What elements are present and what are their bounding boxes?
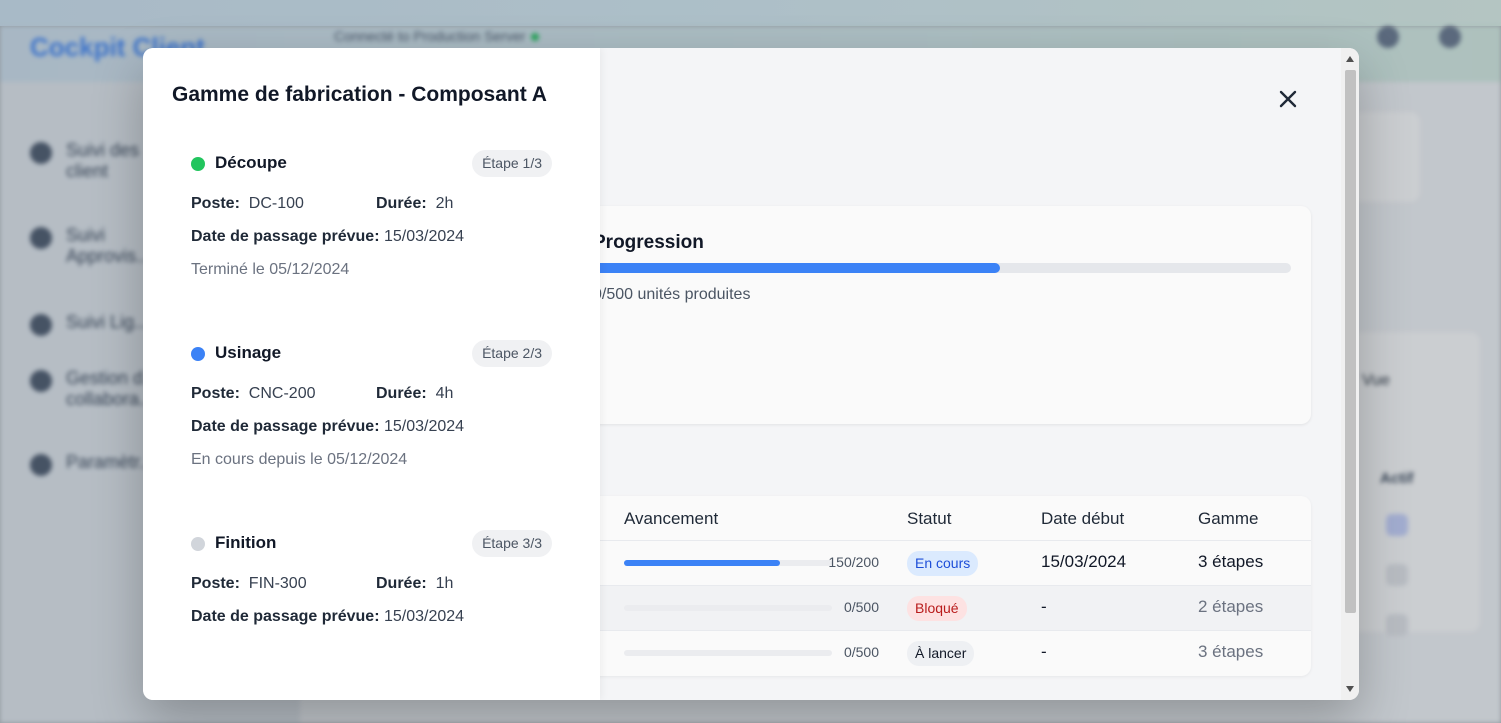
step-note: Terminé le 05/12/2024 <box>191 261 350 278</box>
table-row[interactable]: 0/500 À lancer - 3 étapes <box>573 630 1311 675</box>
column-header-avancement: Avancement <box>624 509 719 528</box>
column-header-statut: Statut <box>907 509 952 528</box>
status-dot-icon <box>191 157 205 171</box>
routing-step: Finition Étape 3/3 Poste: FIN-300 Durée:… <box>172 529 552 625</box>
ofs-table: Avancement Statut Date début Gamme 150/2… <box>573 496 1311 676</box>
step-poste: Poste: CNC-200 <box>191 385 315 403</box>
status-badge: Bloqué <box>907 596 967 621</box>
row-start-date: - <box>1041 642 1047 661</box>
step-date: Date de passage prévue: 15/03/2024 <box>191 228 464 246</box>
duree-value: 2h <box>435 195 454 212</box>
progress-bar-fill <box>593 263 1000 273</box>
row-progress-fill <box>624 560 780 566</box>
step-header: Finition Étape 3/3 <box>172 529 552 557</box>
poste-value: CNC-200 <box>248 385 316 402</box>
status-badge: À lancer <box>907 641 975 666</box>
routing-step: Usinage Étape 2/3 Poste: CNC-200 Durée: … <box>172 339 552 468</box>
duree-label: Durée: <box>376 385 427 402</box>
modal-scrollbar[interactable] <box>1341 48 1359 700</box>
row-progress-value: 0/500 <box>843 599 879 615</box>
step-name: Finition <box>215 533 277 552</box>
row-progress-bar <box>624 650 832 656</box>
step-duree: Durée: 4h <box>376 385 453 403</box>
table-header: Avancement Statut Date début Gamme <box>573 496 1311 540</box>
poste-label: Poste: <box>191 195 240 212</box>
column-header-gamme: Gamme <box>1198 509 1259 528</box>
step-note: En cours depuis le 05/12/2024 <box>191 451 408 468</box>
routing-panel: Gamme de fabrication - Composant A Décou… <box>143 48 600 700</box>
poste-value: DC-100 <box>248 195 304 212</box>
progress-title: Progression <box>593 232 704 253</box>
panel-title: Gamme de fabrication - Composant A <box>172 83 547 106</box>
row-gamme-link[interactable]: 3 étapes <box>1198 552 1263 572</box>
close-button[interactable] <box>1273 84 1303 114</box>
row-start-date: - <box>1041 597 1047 616</box>
status-dot-icon <box>191 537 205 551</box>
progress-text: 0/500 unités produites <box>593 286 751 303</box>
progress-bar <box>593 263 1291 273</box>
row-progress-bar <box>624 560 832 566</box>
step-date: Date de passage prévue: 15/03/2024 <box>191 608 464 626</box>
duree-value: 4h <box>435 385 454 402</box>
step-name: Découpe <box>215 153 287 172</box>
status-dot-icon <box>191 347 205 361</box>
row-gamme-link[interactable]: 3 étapes <box>1198 642 1263 662</box>
step-date: Date de passage prévue: 15/03/2024 <box>191 418 464 436</box>
step-poste: Poste: DC-100 <box>191 195 304 213</box>
scroll-up-arrow-icon[interactable] <box>1346 56 1354 62</box>
poste-label: Poste: <box>191 575 240 592</box>
row-gamme-link[interactable]: 2 étapes <box>1198 597 1263 617</box>
table-row[interactable]: 150/200 En cours 15/03/2024 3 étapes <box>573 540 1311 585</box>
date-value: 15/03/2024 <box>383 228 465 245</box>
close-icon <box>1279 90 1297 108</box>
duree-label: Durée: <box>376 575 427 592</box>
table-row[interactable]: 0/500 Bloqué - 2 étapes <box>573 585 1311 630</box>
scrollbar-thumb[interactable] <box>1345 70 1356 613</box>
progress-card: Progression 0/500 unités produites <box>573 206 1311 424</box>
routing-step: Découpe Étape 1/3 Poste: DC-100 Durée: 2… <box>172 149 552 278</box>
date-value: 15/03/2024 <box>383 608 465 625</box>
step-header: Découpe Étape 1/3 <box>172 149 552 177</box>
date-label: Date de passage prévue: <box>191 418 380 435</box>
step-name: Usinage <box>215 343 282 362</box>
order-detail-content: Progression 0/500 unités produites Avanc… <box>143 48 1359 700</box>
step-badge: Étape 3/3 <box>472 530 552 557</box>
row-progress-bar <box>624 605 832 611</box>
date-label: Date de passage prévue: <box>191 608 380 625</box>
order-detail-modal: Progression 0/500 unités produites Avanc… <box>143 48 1359 700</box>
poste-value: FIN-300 <box>248 575 307 592</box>
duree-label: Durée: <box>376 195 427 212</box>
status-badge: En cours <box>907 551 979 576</box>
date-value: 15/03/2024 <box>383 418 465 435</box>
duree-value: 1h <box>435 575 454 592</box>
step-badge: Étape 2/3 <box>472 340 552 367</box>
step-duree: Durée: 2h <box>376 195 453 213</box>
row-start-date: 15/03/2024 <box>1041 552 1127 571</box>
step-poste: Poste: FIN-300 <box>191 575 307 593</box>
date-label: Date de passage prévue: <box>191 228 380 245</box>
step-badge: Étape 1/3 <box>472 150 552 177</box>
column-header-date-debut: Date début <box>1041 509 1125 528</box>
poste-label: Poste: <box>191 385 240 402</box>
row-progress-value: 0/500 <box>843 644 879 660</box>
scroll-down-arrow-icon[interactable] <box>1346 686 1354 692</box>
row-progress-value: 150/200 <box>828 554 879 570</box>
step-header: Usinage Étape 2/3 <box>172 339 552 367</box>
step-duree: Durée: 1h <box>376 575 453 593</box>
